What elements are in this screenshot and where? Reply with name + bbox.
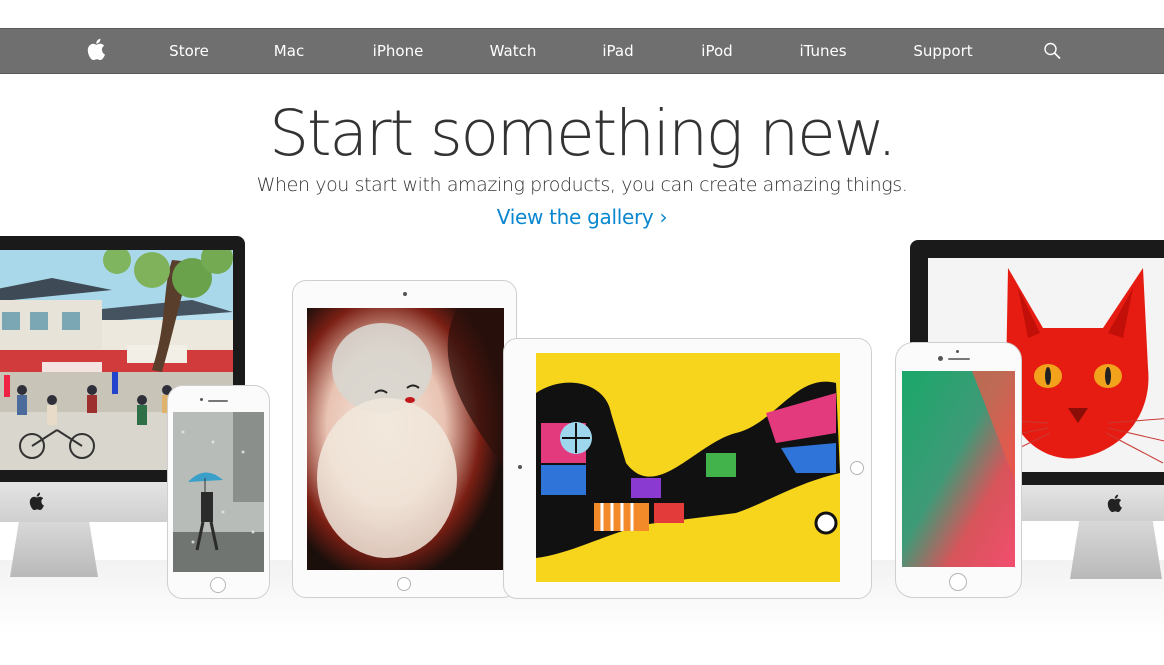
search-icon [1044,42,1061,59]
hero-title: Start something new. [269,97,897,170]
home-button [850,461,864,475]
nav-support[interactable]: Support [913,29,972,73]
camera-dot [938,356,943,361]
apple-logo-icon [87,38,105,61]
nav-itunes[interactable]: iTunes [799,29,846,73]
search-button[interactable] [1044,42,1061,62]
camera-dot [200,398,203,401]
camera-dot [956,350,959,353]
apple-logo-link[interactable] [87,38,105,62]
camera-dot [518,465,522,469]
ipad-mid [503,338,872,599]
nav-iphone[interactable]: iPhone [373,29,424,73]
apple-logo-icon [29,492,44,510]
nav-store[interactable]: Store [169,29,209,73]
speaker-grille [948,358,970,360]
colorful-cat-doodle-on-yellow [536,353,840,582]
home-button [397,577,411,591]
speaker-grille [208,400,228,402]
nav-mac[interactable]: Mac [274,29,304,73]
nav-watch[interactable]: Watch [490,29,537,73]
home-button [949,573,967,591]
imac-right-stand [1070,521,1162,579]
view-gallery-link[interactable]: View the gallery › [0,205,1164,229]
pale-face-painting [307,308,504,570]
iphone-left [167,385,270,599]
ipad-left [292,280,517,598]
home-button [210,577,226,593]
iphone-right [895,342,1022,598]
person-with-umbrella-in-rain-photo [173,412,264,572]
hero-subtitle: When you start with amazing products, yo… [256,174,908,196]
global-nav: Store Mac iPhone Watch iPad iPod iTunes … [0,28,1164,74]
nav-ipod[interactable]: iPod [701,29,732,73]
nav-ipad[interactable]: iPad [602,29,633,73]
apple-logo-icon [1107,494,1122,512]
imac-left-stand [10,522,98,577]
camera-dot [403,292,407,296]
green-red-gradient-wallpaper [902,371,1015,567]
